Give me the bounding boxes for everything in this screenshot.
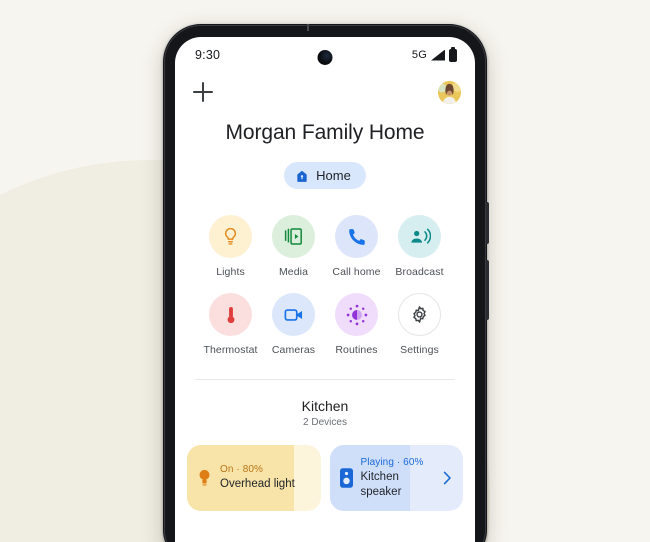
room-header: Kitchen 2 Devices — [175, 398, 475, 428]
section-divider — [195, 379, 455, 380]
quick-action-label: Thermostat — [203, 344, 258, 356]
device-card-text: Playing · 60% Kitchen speaker — [361, 457, 434, 498]
plus-icon[interactable] — [191, 80, 215, 104]
quick-action-label: Broadcast — [395, 266, 444, 278]
quick-action-lights[interactable]: Lights — [199, 215, 262, 278]
lightbulb-icon — [224, 227, 237, 245]
avatar[interactable] — [438, 80, 461, 104]
media-play-stack-icon — [284, 228, 302, 245]
signal-bars-icon — [431, 49, 445, 61]
device-card-kitchen-speaker[interactable]: Playing · 60% Kitchen speaker — [329, 445, 463, 511]
device-cards-row: On · 80% Overhead light Playing · 60% Ki… — [175, 428, 475, 511]
lightbulb-filled-icon — [199, 469, 210, 486]
page-title: Morgan Family Home — [225, 121, 425, 144]
media-icon-circle — [272, 215, 315, 258]
device-icon-wrapper — [339, 468, 353, 488]
thermometer-icon — [227, 306, 234, 323]
call-home-icon-circle — [335, 215, 378, 258]
quick-action-label: Lights — [216, 266, 245, 278]
quick-actions-grid: Lights Media Call home Broadcast Thermos… — [175, 189, 475, 356]
device-card-text: On · 80% Overhead light — [220, 464, 311, 491]
settings-icon-circle — [398, 293, 441, 336]
home-house-icon — [297, 170, 307, 182]
lights-icon-circle — [209, 215, 252, 258]
home-chip-label: Home — [316, 168, 351, 183]
gear-icon — [413, 306, 426, 323]
power-button[interactable] — [486, 202, 489, 244]
device-icon-wrapper — [197, 468, 212, 488]
front-camera-punch-hole-icon — [317, 50, 333, 65]
status-bar: 9:30 5G — [175, 37, 475, 73]
room-name: Kitchen — [301, 398, 349, 414]
device-card-overhead-light[interactable]: On · 80% Overhead light — [187, 445, 321, 511]
quick-action-broadcast[interactable]: Broadcast — [388, 215, 451, 278]
broadcast-person-icon — [410, 228, 431, 244]
device-status: On · 80% — [220, 464, 264, 476]
battery-full-icon — [449, 46, 457, 62]
home-chip-row: Home — [175, 162, 475, 189]
device-name: Overhead light — [220, 478, 295, 491]
phone-screen: 9:30 5G Morgan Family Home Home Lights M… — [175, 37, 475, 542]
user-avatar-photo-icon — [438, 80, 461, 104]
phone-handset-icon — [348, 228, 365, 245]
quick-action-label: Routines — [335, 344, 378, 356]
volume-button[interactable] — [486, 260, 489, 320]
video-camera-icon — [284, 308, 302, 321]
device-status: Playing · 60% — [360, 457, 424, 469]
quick-action-label: Cameras — [271, 344, 316, 356]
smart-speaker-icon — [339, 468, 353, 488]
status-bar-clock: 9:30 — [195, 48, 221, 62]
app-bar — [175, 73, 475, 111]
routines-icon-circle — [335, 293, 378, 336]
quick-action-cameras[interactable]: Cameras — [262, 293, 325, 356]
quick-action-media[interactable]: Media — [262, 215, 325, 278]
quick-action-label: Call home — [332, 266, 381, 278]
broadcast-icon-circle — [398, 215, 441, 258]
room-device-count: 2 Devices — [303, 417, 347, 428]
thermostat-icon-circle — [209, 293, 252, 336]
device-card-expand[interactable] — [441, 471, 453, 485]
home-selector-chip[interactable]: Home — [284, 162, 366, 189]
device-name: Kitchen speaker — [360, 471, 402, 498]
quick-action-routines[interactable]: Routines — [325, 293, 388, 356]
routines-sun-icon — [346, 304, 367, 325]
quick-action-settings[interactable]: Settings — [388, 293, 451, 356]
cameras-icon-circle — [272, 293, 315, 336]
quick-action-thermostat[interactable]: Thermostat — [199, 293, 262, 356]
quick-action-call-home[interactable]: Call home — [325, 215, 388, 278]
chevron-right-icon — [443, 471, 451, 485]
quick-action-label: Media — [278, 266, 309, 278]
quick-action-label: Settings — [400, 344, 439, 356]
status-bar-indicators: 5G — [411, 46, 457, 62]
phone-device-frame: 9:30 5G Morgan Family Home Home Lights M… — [163, 24, 489, 542]
network-type-label: 5G — [411, 49, 427, 61]
